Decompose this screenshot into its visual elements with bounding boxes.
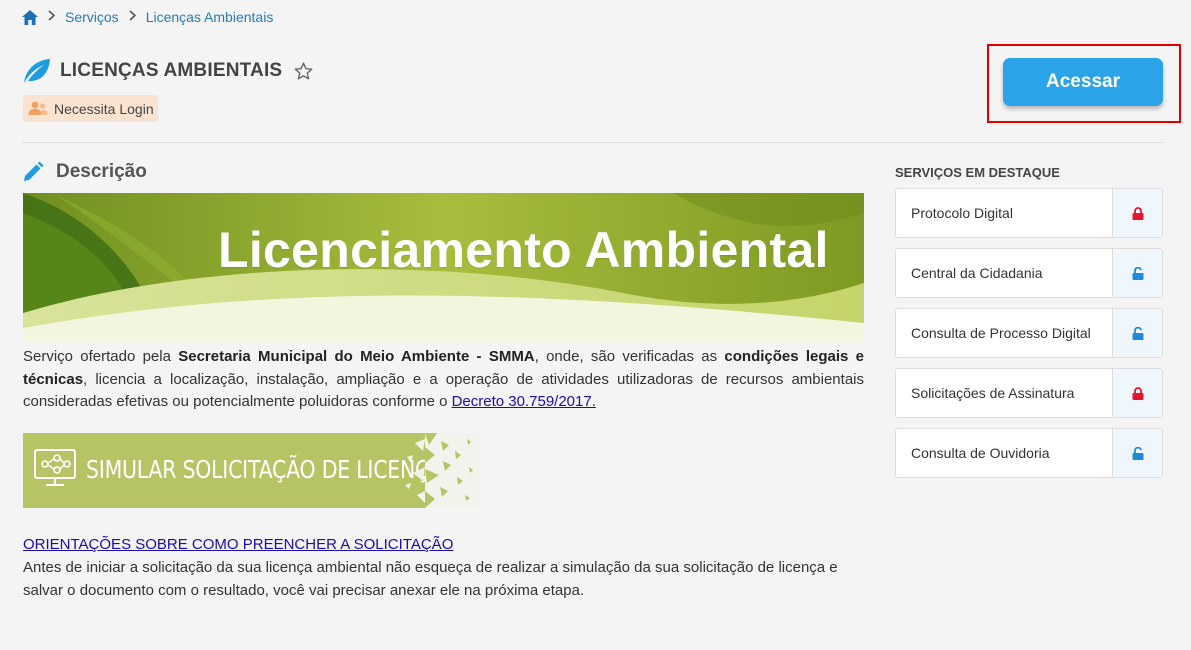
divider <box>22 142 1163 143</box>
monitor-flow-icon <box>34 449 76 486</box>
unlock-icon <box>1112 249 1162 297</box>
secretaria-name: Secretaria Municipal do Meio Ambiente - … <box>178 348 535 365</box>
badge-label: Necessita Login <box>54 100 154 117</box>
lock-icon <box>1112 189 1162 237</box>
service-label: Central da Cidadania <box>911 265 1043 281</box>
featured-service-protocolo-digital[interactable]: Protocolo Digital <box>895 188 1163 238</box>
page-title: LICENÇAS AMBIENTAIS <box>60 60 283 81</box>
user-group-icon <box>28 101 48 116</box>
breadcrumb-item-licencas[interactable]: Licenças Ambientais <box>146 9 274 25</box>
featured-service-central-cidadania[interactable]: Central da Cidadania <box>895 248 1163 298</box>
unlock-icon <box>1112 309 1162 357</box>
licenciamento-banner: Licenciamento Ambiental <box>23 193 864 341</box>
star-outline-icon[interactable] <box>294 62 313 80</box>
orientation-text: Antes de iniciar a solicitação da sua li… <box>23 559 838 599</box>
decorative-scatter <box>405 433 480 508</box>
text-segment: Serviço ofertado pela <box>23 348 179 365</box>
breadcrumb-item-servicos[interactable]: Serviços <box>65 9 119 25</box>
text-segment: , licencia a localização, instalação, am… <box>23 370 864 411</box>
simulate-license-banner[interactable]: SIMULAR SOLICITAÇÃO DE LICENÇA <box>23 433 480 508</box>
featured-service-consulta-ouvidoria[interactable]: Consulta de Ouvidoria <box>895 428 1163 478</box>
decreto-link[interactable]: Decreto 30.759/2017. <box>452 393 596 410</box>
service-label: Consulta de Processo Digital <box>911 325 1091 341</box>
access-button[interactable]: Acessar <box>1003 58 1163 106</box>
orientation-link[interactable]: ORIENTAÇÕES SOBRE COMO PREENCHER A SOLIC… <box>23 536 453 553</box>
service-label: Consulta de Ouvidoria <box>911 445 1050 461</box>
page-header: LICENÇAS AMBIENTAIS <box>22 57 313 85</box>
featured-service-solicitacoes-assinatura[interactable]: Solicitações de Assinatura <box>895 368 1163 418</box>
chevron-right-icon <box>129 10 136 24</box>
banner-title: Licenciamento Ambiental <box>218 222 829 278</box>
description-title: Descrição <box>56 161 147 182</box>
featured-services-title: SERVIÇOS EM DESTAQUE <box>895 165 1060 180</box>
chevron-right-icon <box>48 10 56 24</box>
featured-service-consulta-processo[interactable]: Consulta de Processo Digital <box>895 308 1163 358</box>
login-required-badge: Necessita Login <box>23 95 158 122</box>
leaf-icon <box>22 57 52 85</box>
text-segment: , onde, são verificadas as <box>534 348 725 365</box>
description-heading: Descrição <box>22 161 147 183</box>
pencil-icon <box>22 161 44 183</box>
unlock-icon <box>1112 429 1162 477</box>
lock-icon <box>1112 369 1162 417</box>
home-icon[interactable] <box>22 9 38 25</box>
breadcrumb: Serviços Licenças Ambientais <box>22 9 273 25</box>
description-paragraph: Serviço ofertado pela Secretaria Municip… <box>23 346 864 414</box>
service-label: Protocolo Digital <box>911 205 1013 221</box>
service-label: Solicitações de Assinatura <box>911 385 1075 401</box>
